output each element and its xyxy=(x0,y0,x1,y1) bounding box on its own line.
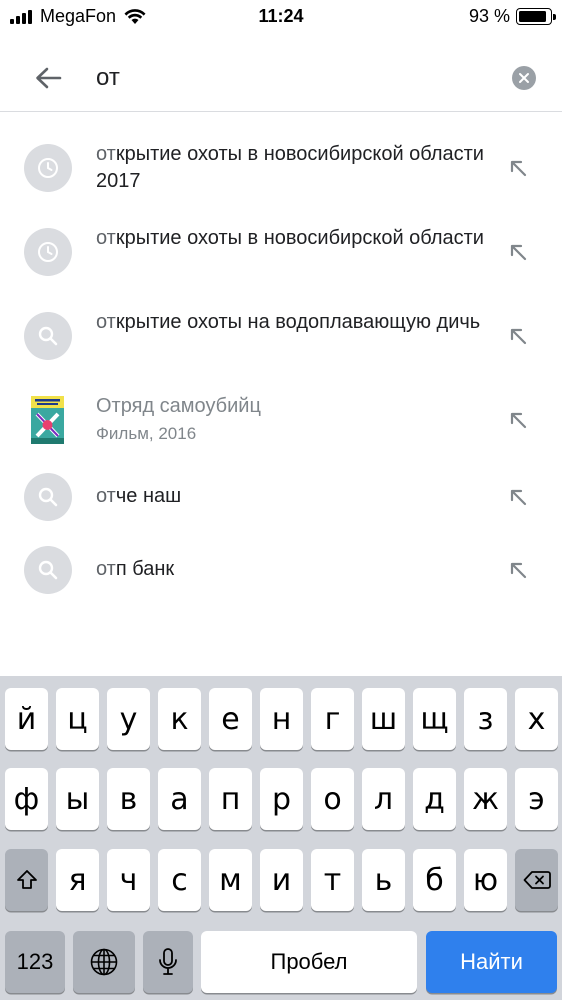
back-button[interactable] xyxy=(26,60,70,96)
arrow-up-left-icon xyxy=(510,489,527,506)
key[interactable]: и xyxy=(260,849,303,911)
key[interactable]: ч xyxy=(107,849,150,911)
key[interactable]: р xyxy=(260,768,303,830)
status-right: 93 % xyxy=(468,6,556,27)
key[interactable]: я xyxy=(56,849,99,911)
fill-query-button[interactable] xyxy=(504,406,532,434)
battery-icon xyxy=(516,8,556,25)
clear-search-button[interactable] xyxy=(512,66,536,90)
key[interactable]: в xyxy=(107,768,150,830)
history-clock-icon xyxy=(24,144,72,192)
close-icon xyxy=(519,73,529,83)
search-icon xyxy=(24,546,72,594)
suggestion-text: открытие охоты в новосибирской области xyxy=(96,225,486,252)
battery-percent: 93 % xyxy=(468,6,510,26)
search-icon xyxy=(24,473,72,521)
suggestion-completion: п банк xyxy=(115,558,175,580)
fill-query-button[interactable] xyxy=(504,483,532,511)
arrow-up-left-icon xyxy=(510,328,527,345)
suggestion-text: открытие охоты на водоплавающую дичь xyxy=(96,309,486,336)
key[interactable]: з xyxy=(464,688,507,750)
key[interactable]: ь xyxy=(362,849,405,911)
key[interactable]: г xyxy=(311,688,354,750)
suggestion-text: отп банк xyxy=(96,556,486,583)
suggestion-text: открытие охоты в новосибирской области 2… xyxy=(96,141,486,195)
key[interactable]: щ xyxy=(413,688,456,750)
suggestion-typed: от xyxy=(96,558,116,580)
suggestion-subtitle: Фильм, 2016 xyxy=(96,424,197,443)
suggestion-typed: от xyxy=(96,227,116,249)
globe-key[interactable] xyxy=(73,931,135,993)
suggestion-completion: крытие охоты в новосибирской области xyxy=(115,227,484,249)
suggestion-item[interactable]: отче наш xyxy=(0,464,562,538)
suggestion-item[interactable]: открытие охоты в новосибирской области 2… xyxy=(0,128,562,212)
key[interactable]: о xyxy=(311,768,354,830)
suggestion-text: отче наш xyxy=(96,483,486,510)
key[interactable]: л xyxy=(362,768,405,830)
search-input[interactable] xyxy=(96,58,486,98)
suggestion-completion: крытие охоты в новосибирской области 201… xyxy=(96,143,484,192)
key[interactable]: ф xyxy=(5,768,48,830)
suggestion-item[interactable]: открытие охоты в новосибирской области xyxy=(0,212,562,296)
suggestion-completion: крытие охоты на водоплавающую дичь xyxy=(115,311,481,333)
suggestion-item[interactable]: отп банк xyxy=(0,538,562,612)
key[interactable]: ю xyxy=(464,849,507,911)
key[interactable]: ш xyxy=(362,688,405,750)
backspace-icon xyxy=(523,871,551,889)
microphone-icon xyxy=(159,948,177,975)
key[interactable]: п xyxy=(209,768,252,830)
key[interactable]: ы xyxy=(56,768,99,830)
arrow-up-left-icon xyxy=(510,160,527,177)
key[interactable]: с xyxy=(158,849,201,911)
fill-query-button[interactable] xyxy=(504,238,532,266)
key[interactable]: к xyxy=(158,688,201,750)
suggestion-completion: че наш xyxy=(115,485,182,507)
shift-icon xyxy=(16,870,37,889)
keyboard: й ц у к е н г ш щ з х ф ы в а п р о л д … xyxy=(0,676,562,1000)
suggestion-item[interactable]: открытие охоты на водоплавающую дичь xyxy=(0,296,562,380)
fill-query-button[interactable] xyxy=(504,154,532,182)
suggestion-title: Отряд самоубийц xyxy=(96,395,261,417)
fill-query-button[interactable] xyxy=(504,322,532,350)
suggestion-typed: от xyxy=(96,485,116,507)
fill-query-button[interactable] xyxy=(504,556,532,584)
key[interactable]: у xyxy=(107,688,150,750)
search-go-key[interactable]: Найти xyxy=(426,931,557,993)
numbers-key[interactable]: 123 xyxy=(5,931,65,993)
key[interactable]: м xyxy=(209,849,252,911)
arrow-up-left-icon xyxy=(510,412,527,429)
suggestion-list: открытие охоты в новосибирской области 2… xyxy=(0,128,562,594)
backspace-key[interactable] xyxy=(515,849,558,911)
suggestion-typed: от xyxy=(96,311,116,333)
status-bar: MegaFon 11:24 93 % xyxy=(0,0,562,34)
arrow-up-left-icon xyxy=(510,244,527,261)
shift-key[interactable] xyxy=(5,849,48,911)
suggestion-typed: от xyxy=(96,143,116,165)
key[interactable]: ц xyxy=(56,688,99,750)
suggestion-item[interactable]: Отряд самоубийц Фильм, 2016 xyxy=(0,380,562,464)
suggestion-text: Отряд самоубийц Фильм, 2016 xyxy=(96,393,486,446)
key[interactable]: д xyxy=(413,768,456,830)
key[interactable]: х xyxy=(515,688,558,750)
key[interactable]: ж xyxy=(464,768,507,830)
key[interactable]: э xyxy=(515,768,558,830)
key[interactable]: т xyxy=(311,849,354,911)
key[interactable]: е xyxy=(209,688,252,750)
dictation-key[interactable] xyxy=(143,931,193,993)
key[interactable]: а xyxy=(158,768,201,830)
key[interactable]: б xyxy=(413,849,456,911)
space-key[interactable]: Пробел xyxy=(201,931,417,993)
key[interactable]: й xyxy=(5,688,48,750)
arrow-up-left-icon xyxy=(510,562,527,579)
globe-icon xyxy=(90,948,118,976)
search-icon xyxy=(24,312,72,360)
search-bar xyxy=(0,44,562,112)
movie-poster-thumbnail xyxy=(31,396,64,444)
history-clock-icon xyxy=(24,228,72,276)
arrow-back-icon xyxy=(36,67,62,89)
key[interactable]: н xyxy=(260,688,303,750)
